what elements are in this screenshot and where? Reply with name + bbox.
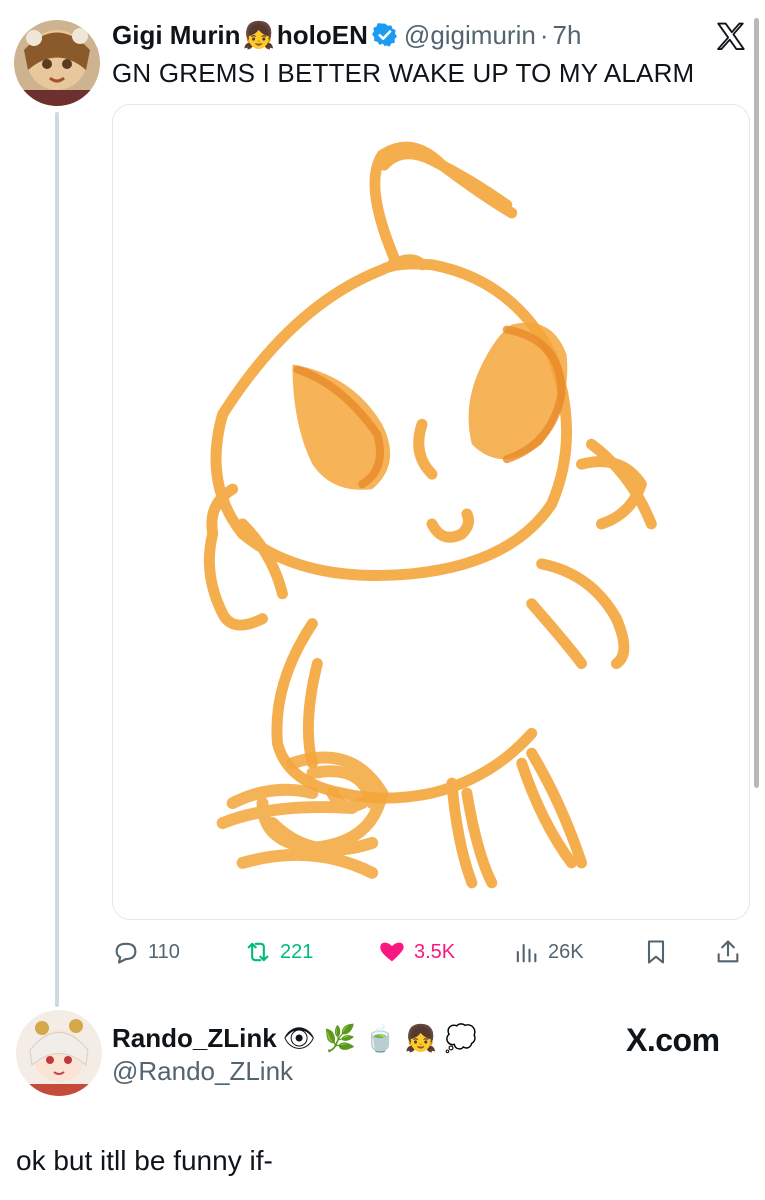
share-icon <box>717 940 739 963</box>
reply-handle[interactable]: @Rando_ZLink <box>112 1056 293 1087</box>
share-button[interactable] <box>714 932 742 972</box>
tweet-actions: 110 221 3.5K 26K <box>112 932 752 972</box>
bookmark-button[interactable] <box>642 932 670 972</box>
reply-count: 110 <box>148 940 180 963</box>
views-button[interactable]: 26K <box>512 932 584 972</box>
reply-avatar[interactable] <box>16 1010 102 1096</box>
bookmark-icon <box>647 940 665 964</box>
separator: · <box>539 19 549 50</box>
reply-header: Rando_ZLink 👁 🌿 🍵 👧 💭 <box>112 1020 479 1056</box>
x-com-logo: X.com <box>626 1022 720 1058</box>
retweet-count: 221 <box>280 940 314 963</box>
reply-button[interactable]: 110 <box>112 932 180 972</box>
affiliation[interactable]: holoEN <box>277 20 368 51</box>
timestamp[interactable]: 7h <box>552 20 581 51</box>
tweet-text: GN GREMS I BETTER WAKE UP TO MY ALARM <box>112 58 695 88</box>
like-button[interactable]: 3.5K <box>378 932 455 972</box>
thought-bubble-emoji: 💭 <box>444 1023 478 1053</box>
herb-emoji: 🌿 <box>323 1023 357 1053</box>
retweet-button[interactable]: 221 <box>244 932 313 972</box>
x-logo-icon[interactable] <box>714 20 748 54</box>
avatar-image <box>16 1010 102 1096</box>
name-emoji: 👧 <box>242 20 275 50</box>
display-name[interactable]: Gigi Murin <box>112 20 241 51</box>
tweet-media[interactable] <box>112 104 750 920</box>
reply-text: ok but itll be funny if- <box>16 1145 273 1176</box>
like-count: 3.5K <box>414 940 456 963</box>
orange-creature-doodle-icon <box>203 141 657 889</box>
heart-icon <box>380 942 404 962</box>
retweet-icon <box>247 942 269 962</box>
avatar[interactable] <box>14 20 100 106</box>
handle[interactable]: @gigimurin <box>404 20 536 51</box>
reply-display-name[interactable]: Rando_ZLink <box>112 1023 277 1054</box>
avatar-image <box>14 20 100 106</box>
tea-emoji: 🍵 <box>364 1023 397 1053</box>
eye-emoji: 👁 <box>282 1023 316 1053</box>
scrollbar[interactable] <box>754 18 759 788</box>
analytics-icon <box>516 943 537 963</box>
tweet-header: Gigi Murin 👧 holoEN @gigimurin · 7h <box>112 18 581 52</box>
verified-badge-icon <box>371 23 397 47</box>
reply-icon <box>115 942 137 964</box>
views-count: 26K <box>548 940 584 963</box>
thread-line <box>55 112 59 1007</box>
girl-emoji: 👧 <box>404 1023 437 1053</box>
